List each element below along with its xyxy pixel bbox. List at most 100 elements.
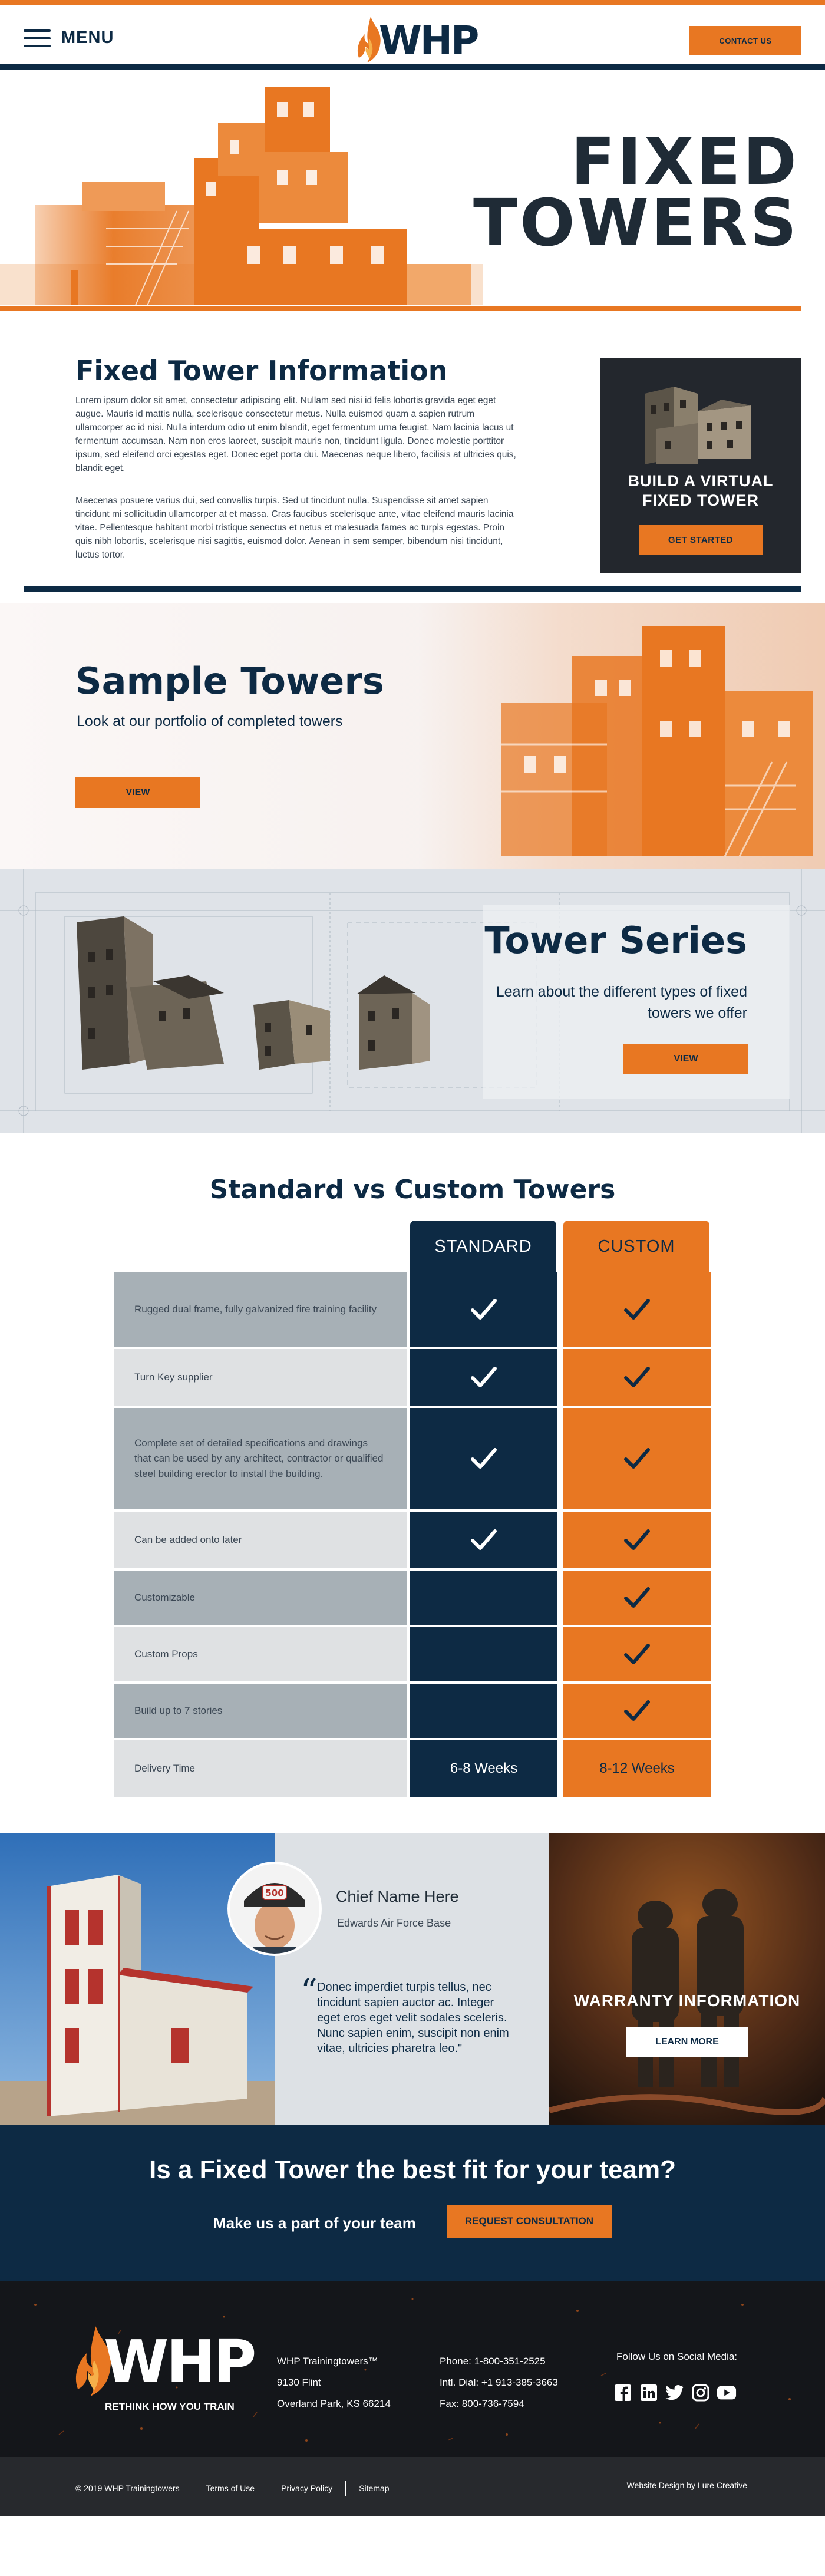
youtube-icon[interactable] xyxy=(717,2383,737,2403)
social-links xyxy=(613,2383,737,2403)
site-footer: WHP RETHINK HOW YOU TRAIN WHP Trainingto… xyxy=(0,2281,825,2457)
menu-label: MENU xyxy=(61,28,114,47)
section-divider xyxy=(24,586,801,592)
standard-cell: 6-8 Weeks xyxy=(410,1740,557,1797)
contact-us-button[interactable]: CONTACT US xyxy=(689,26,801,55)
checkmark-icon xyxy=(624,1587,650,1608)
custom-cell xyxy=(563,1571,711,1625)
checkmark-icon xyxy=(624,1367,650,1387)
link-divider xyxy=(345,2481,346,2496)
tower-model-small xyxy=(253,1000,330,1070)
comparison-section: Standard vs Custom Towers STANDARD CUSTO… xyxy=(0,1133,825,1833)
footer-address: WHP Trainingtowers™ 9130 Flint Overland … xyxy=(277,2351,391,2415)
build-card-title: BUILD A VIRTUAL FIXED TOWER xyxy=(600,471,801,510)
custom-cell xyxy=(563,1272,711,1347)
instagram-icon[interactable] xyxy=(691,2383,711,2403)
checkmark-icon xyxy=(471,1529,497,1550)
sample-towers-section: Sample Towers Look at our portfolio of c… xyxy=(0,603,825,869)
tower-model-medium xyxy=(357,975,430,1070)
checkmark-icon xyxy=(624,1529,650,1550)
checkmark-icon xyxy=(624,1644,650,1664)
learn-more-button[interactable]: LEARN MORE xyxy=(626,2027,748,2057)
firefighters-photo xyxy=(549,1833,825,2125)
hero-tower-illustration xyxy=(0,87,483,305)
sample-towers-view-button[interactable]: VIEW xyxy=(75,777,200,808)
tower-photo xyxy=(0,1833,275,2125)
cta-section: Is a Fixed Tower the best fit for your t… xyxy=(0,2125,825,2281)
sample-towers-subtitle: Look at our portfolio of completed tower… xyxy=(77,713,343,730)
footer-tagline: RETHINK HOW YOU TRAIN xyxy=(105,2401,235,2412)
warranty-title: WARRANTY INFORMATION xyxy=(573,1991,801,2010)
menu-toggle[interactable]: MENU xyxy=(24,28,114,48)
comparison-row-label: Complete set of detailed specifications … xyxy=(114,1408,407,1509)
sitemap-link[interactable]: Sitemap xyxy=(359,2483,389,2493)
hamburger-icon[interactable] xyxy=(24,29,51,47)
comparison-row: Custom Props xyxy=(114,1627,711,1681)
comparison-row-label: Build up to 7 stories xyxy=(114,1684,407,1738)
social-title: Follow Us on Social Media: xyxy=(616,2351,738,2362)
footer-company: WHP Trainingtowers™ xyxy=(277,2356,378,2367)
hero-divider xyxy=(0,306,801,311)
build-virtual-tower-card: BUILD A VIRTUAL FIXED TOWER GET STARTED xyxy=(600,358,801,573)
comparison-row: Customizable xyxy=(114,1571,711,1625)
footer-bottom-bar: © 2019 WHP Trainingtowers Terms of Use P… xyxy=(0,2457,825,2516)
comparison-row: Can be added onto later xyxy=(114,1512,711,1568)
site-logo[interactable]: WHP xyxy=(357,15,479,65)
tower-series-subtitle: Learn about the different types of fixed… xyxy=(496,984,747,1021)
comparison-row-label: Turn Key supplier xyxy=(114,1349,407,1406)
chief-base: Edwards Air Force Base xyxy=(337,1917,451,1929)
tower-series-title: Tower Series xyxy=(484,919,747,962)
build-card-title-line2: FIXED TOWER xyxy=(642,492,759,509)
helmet-badge: 500 xyxy=(265,1888,283,1898)
checkmark-icon xyxy=(624,1448,650,1469)
sample-towers-title: Sample Towers xyxy=(75,659,384,702)
comparison-row-label: Custom Props xyxy=(114,1627,407,1681)
quote-icon: “ xyxy=(301,1973,318,2011)
tower-series-view-button[interactable]: VIEW xyxy=(623,1044,748,1074)
comparison-row-label: Delivery Time xyxy=(114,1740,407,1797)
checkmark-icon xyxy=(471,1448,497,1469)
checkmark-icon xyxy=(624,1700,650,1721)
testimonial-section: 500 Chief Name Here Edwards Air Force Ba… xyxy=(0,1833,825,2125)
facebook-icon[interactable] xyxy=(613,2383,633,2403)
standard-cell xyxy=(410,1684,557,1738)
comparison-row: Rugged dual frame, fully galvanized fire… xyxy=(114,1272,711,1347)
footer-intl-phone[interactable]: Intl. Dial: +1 913-385-3663 xyxy=(440,2372,558,2393)
info-section: Fixed Tower Information Lorem ipsum dolo… xyxy=(0,311,825,594)
footer-phone[interactable]: Phone: 1-800-351-2525 xyxy=(440,2351,558,2372)
custom-column-header: CUSTOM xyxy=(563,1221,710,1272)
page: MENU WHP CONTACT US FIXED TOWERS Fixed T… xyxy=(0,0,825,2576)
site-header: MENU WHP CONTACT US xyxy=(0,5,825,70)
chief-name: Chief Name Here xyxy=(336,1888,459,1905)
standard-cell xyxy=(410,1408,557,1509)
privacy-link[interactable]: Privacy Policy xyxy=(281,2483,332,2493)
info-title: Fixed Tower Information xyxy=(75,355,448,387)
comparison-row: Complete set of detailed specifications … xyxy=(114,1408,711,1509)
hero-title-line1: FIXED xyxy=(570,124,799,199)
chief-avatar: 500 xyxy=(227,1862,322,1956)
footer-address-line1: 9130 Flint xyxy=(277,2377,321,2388)
standard-cell xyxy=(410,1272,557,1347)
design-credit[interactable]: Website Design by Lure Creative xyxy=(627,2481,747,2490)
get-started-button[interactable]: GET STARTED xyxy=(639,525,763,555)
footer-fax: Fax: 800-736-7594 xyxy=(440,2398,524,2409)
comparison-row-label: Can be added onto later xyxy=(114,1512,407,1568)
standard-cell xyxy=(410,1571,557,1625)
footer-logo[interactable]: WHP xyxy=(74,2324,256,2403)
footer-address-line2: Overland Park, KS 66214 xyxy=(277,2398,391,2409)
custom-cell: 8-12 Weeks xyxy=(563,1740,711,1797)
linkedin-icon[interactable] xyxy=(639,2383,659,2403)
info-paragraph: Lorem ipsum dolor sit amet, consectetur … xyxy=(75,395,516,473)
checkmark-icon xyxy=(624,1299,650,1320)
twitter-icon[interactable] xyxy=(665,2383,685,2403)
hero-section: FIXED TOWERS xyxy=(0,70,825,311)
footer-links: © 2019 WHP Trainingtowers Terms of Use P… xyxy=(75,2481,390,2496)
copyright-text: © 2019 WHP Trainingtowers xyxy=(75,2483,180,2493)
info-paragraph: Maecenas posuere varius dui, sed convall… xyxy=(75,496,514,560)
request-consultation-button[interactable]: REQUEST CONSULTATION xyxy=(447,2205,612,2238)
terms-link[interactable]: Terms of Use xyxy=(206,2483,255,2493)
checkmark-icon xyxy=(471,1299,497,1320)
custom-cell xyxy=(563,1684,711,1738)
comparison-row-label: Rugged dual frame, fully galvanized fire… xyxy=(114,1272,407,1347)
sample-tower-illustration xyxy=(418,603,825,869)
